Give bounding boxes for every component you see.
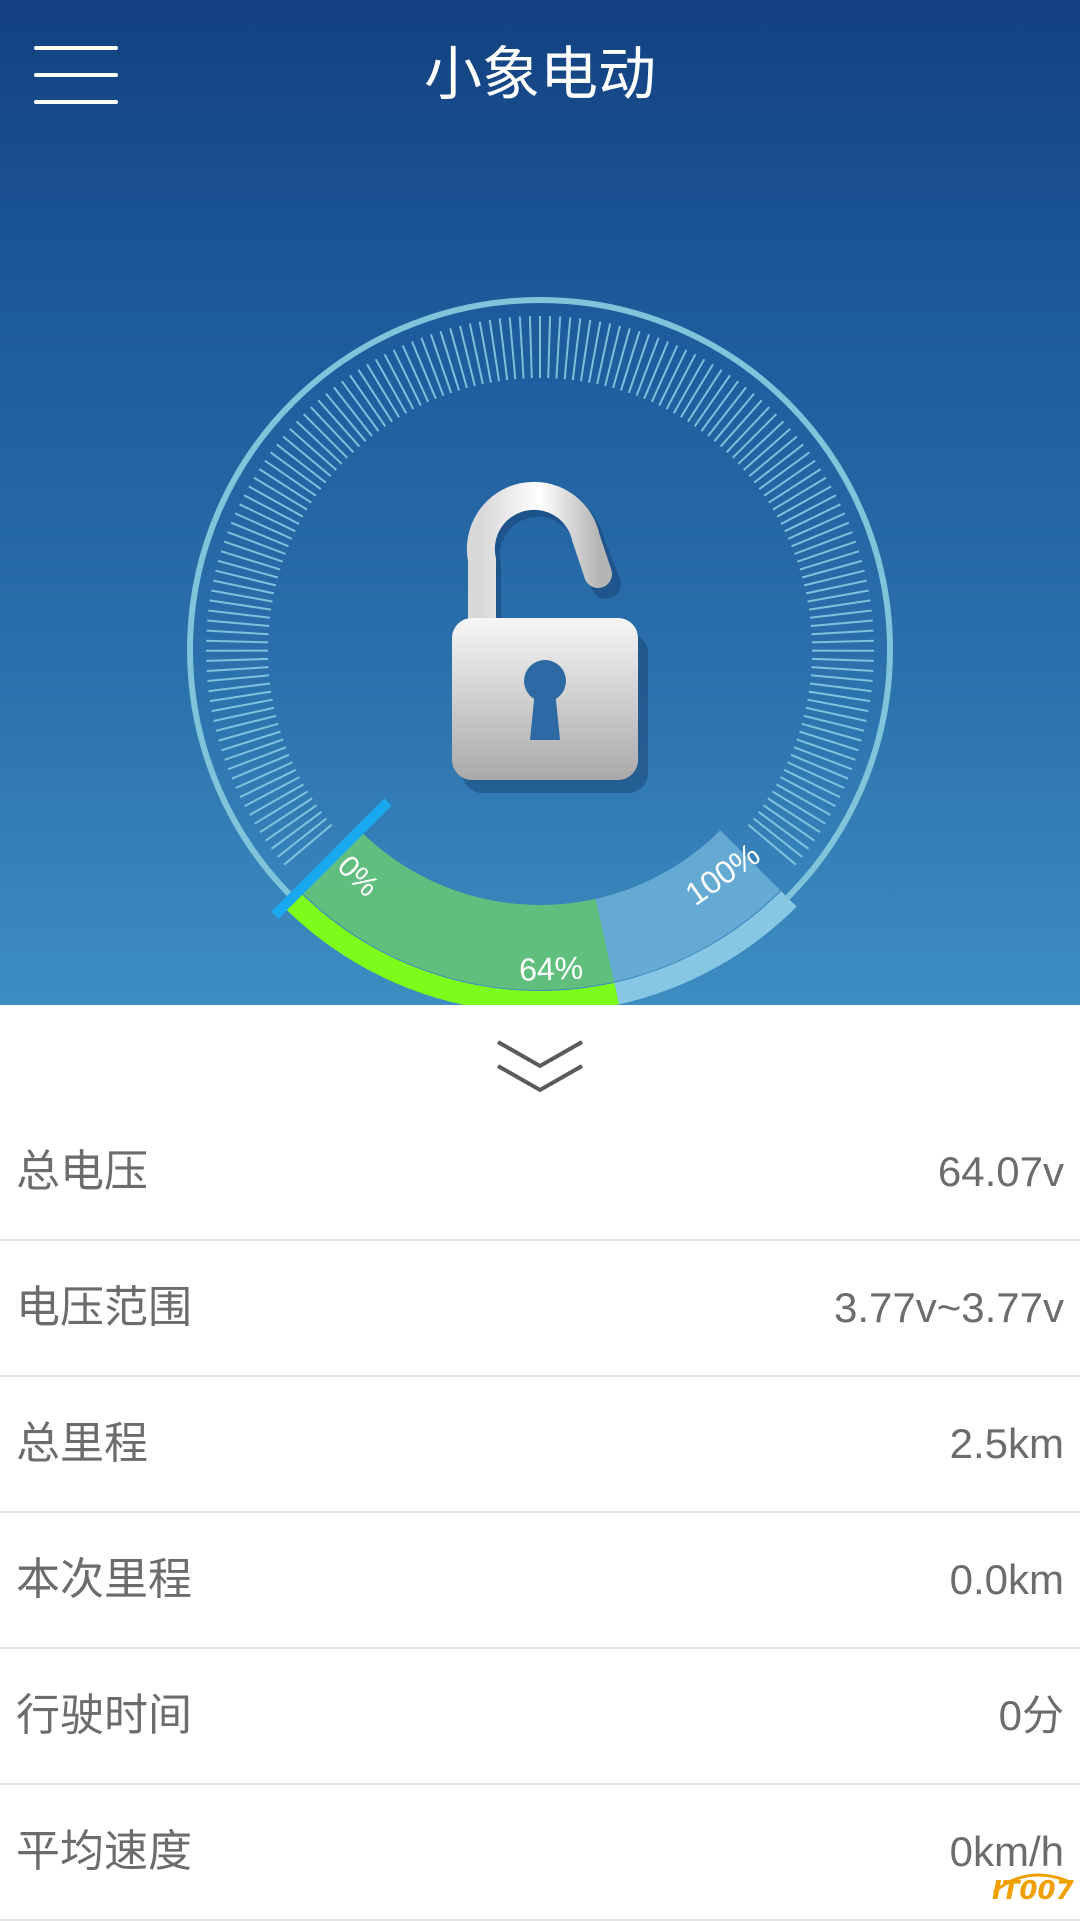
gauge-tick — [207, 631, 269, 635]
gauge-tick — [738, 421, 783, 463]
list-item: 平均速度 0km/h — [0, 1785, 1080, 1921]
gauge-tick — [441, 331, 460, 390]
gauge-tick — [218, 561, 278, 578]
stat-value: 0.0km — [950, 1513, 1064, 1647]
battery-gauge: 0% 64% 100% — [0, 0, 1080, 1005]
list-item: 总电压 64.07v — [0, 1105, 1080, 1241]
unlocked-padlock-icon[interactable] — [452, 496, 648, 793]
gauge-tick — [613, 328, 630, 388]
watermark-logo: IT007 — [988, 1862, 1074, 1912]
gauge-tick — [802, 561, 862, 578]
gauge-tick — [621, 331, 640, 390]
gauge-tick — [326, 394, 366, 442]
gauge-tick — [809, 600, 870, 609]
gauge-tick — [548, 316, 550, 378]
gauge-label-current: 64% — [518, 950, 583, 988]
stat-value: 64.07v — [938, 1105, 1064, 1239]
gauge-tick — [304, 414, 348, 458]
stats-list: 总电压 64.07v 电压范围 3.77v~3.77v 总里程 2.5km 本次… — [0, 1105, 1080, 1921]
gauge-tick — [581, 320, 590, 381]
gauge-tick — [530, 316, 532, 378]
gauge-tick — [431, 334, 451, 393]
gauge-tick — [283, 437, 331, 477]
gauge-tick — [721, 400, 762, 446]
stat-value: 0分 — [999, 1649, 1064, 1783]
gauge-tick — [450, 328, 467, 388]
gauge-tick — [207, 621, 269, 627]
gauge-tick — [311, 407, 354, 452]
gauge-tick — [797, 740, 856, 760]
gauge-tick — [809, 692, 870, 702]
gauge-tick — [207, 667, 269, 671]
gauge-tick — [800, 732, 859, 751]
gauge-tick — [490, 320, 499, 381]
gauge-tick — [228, 747, 286, 769]
gauge-tick — [800, 551, 859, 569]
stat-value: 3.77v~3.77v — [834, 1241, 1064, 1375]
gauge-tick — [290, 429, 337, 470]
gauge-tick — [802, 724, 862, 741]
gauge-tick — [810, 611, 872, 618]
gauge-tick — [210, 600, 271, 609]
gauge-tick — [421, 338, 443, 396]
watermark-text: IT007 — [992, 1876, 1074, 1906]
gauge-tick — [219, 724, 279, 741]
gauge-tick — [206, 659, 268, 661]
gauge-tick — [207, 675, 269, 681]
gauge-tick — [210, 692, 271, 702]
gauge-tick — [520, 317, 524, 379]
gauge-tick — [297, 421, 342, 463]
gauge-outer-ring — [190, 300, 890, 897]
gauge-tick — [556, 317, 560, 379]
list-item: 电压范围 3.77v~3.77v — [0, 1241, 1080, 1377]
gauge-tick — [225, 740, 284, 760]
stat-label: 平均速度 — [16, 1785, 192, 1919]
gauge-tick — [733, 414, 777, 458]
gauge-tick — [811, 675, 873, 681]
gauge-tick — [500, 318, 508, 380]
gauge-tick — [221, 551, 280, 569]
gauge-tick — [221, 732, 280, 751]
gauge-tick — [812, 659, 874, 661]
gauge-tick — [744, 429, 791, 470]
gauge-tick — [714, 394, 754, 442]
gauge-tick — [795, 532, 853, 554]
stat-label: 本次里程 — [16, 1513, 192, 1647]
gauge-tick — [208, 611, 270, 618]
gauge-tick — [727, 407, 770, 452]
stat-label: 行驶时间 — [16, 1649, 192, 1783]
gauge-tick — [637, 338, 659, 396]
gauge-tick — [510, 317, 516, 379]
gauge-tick — [565, 317, 571, 379]
dashboard-header: 小象电动 0% 64% 100% — [0, 0, 1080, 1005]
gauge-tick — [794, 747, 852, 769]
gauge-tick — [228, 532, 286, 554]
gauge-tick — [812, 667, 874, 671]
double-chevron-down-icon[interactable] — [494, 1036, 586, 1098]
gauge-tick — [318, 400, 359, 446]
gauge-tick — [629, 334, 649, 393]
gauge-tick — [749, 437, 797, 477]
gauge-tick — [206, 641, 268, 643]
stat-value: 2.5km — [950, 1377, 1064, 1511]
stat-label: 电压范围 — [16, 1241, 192, 1375]
gauge-tick — [224, 542, 283, 562]
gauge-tick — [812, 641, 874, 643]
gauge-tick — [797, 542, 856, 562]
stat-label: 总电压 — [16, 1105, 148, 1239]
stat-label: 总里程 — [16, 1377, 148, 1511]
gauge-tick — [209, 684, 271, 692]
list-item: 总里程 2.5km — [0, 1377, 1080, 1513]
gauge-tick — [573, 318, 581, 380]
list-item: 行驶时间 0分 — [0, 1649, 1080, 1785]
gauge-tick — [812, 631, 874, 635]
list-item: 本次里程 0.0km — [0, 1513, 1080, 1649]
gauge-tick — [810, 684, 872, 692]
gauge-tick — [811, 621, 873, 627]
